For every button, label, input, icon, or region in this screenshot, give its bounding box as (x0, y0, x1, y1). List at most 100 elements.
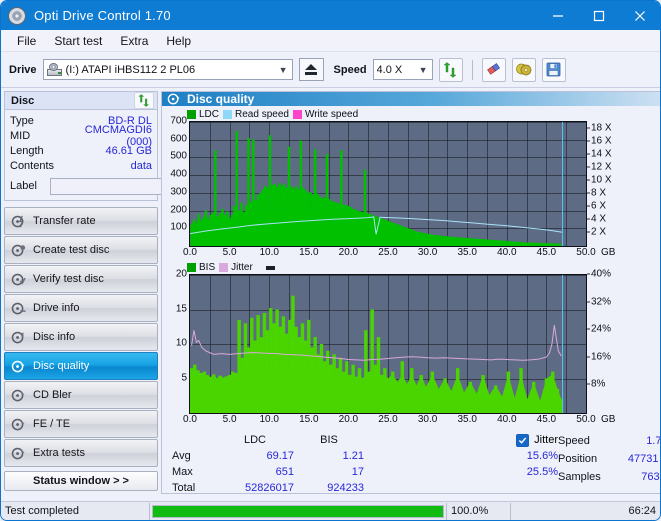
legend-item-read-speed: Read speed (223, 109, 289, 120)
menu-item-help[interactable]: Help (158, 32, 199, 50)
series-bis (190, 295, 564, 413)
x-axis-tick: 20.0 (338, 414, 359, 425)
stats-header-ldc: LDC (243, 434, 266, 446)
jitter-avg-value: 15.6% (526, 450, 558, 462)
sidebar-item-extra-tests[interactable]: Extra tests (4, 439, 158, 467)
status-message: Test completed (5, 505, 79, 517)
drive-select[interactable]: (I:) ATAPI iHBS112 2 PL06 ▼ (42, 59, 293, 80)
disc-row-contents: Contents data (10, 158, 152, 173)
legend-swatch-read-speed (223, 110, 233, 119)
disc-info-panel: Type BD-R DL MID CMCMAGDI6 (000) Length … (4, 109, 250, 201)
readout-speed-label: Speed (558, 435, 590, 447)
x-axis-tick: 50.0 (576, 414, 596, 425)
bis-plot-area[interactable] (189, 274, 587, 414)
content-area: Disc quality LDC Read speed Write speed … (161, 88, 660, 494)
extra-tests-icon (11, 447, 25, 459)
right-axis-tickmark (587, 166, 590, 168)
readout-row-speed: Speed 1.74 X (558, 432, 661, 450)
bis-chart-legend: BIS Jitter (165, 261, 660, 274)
drive-info-icon (11, 302, 26, 314)
stats-avg-ldc: 69.17 (266, 450, 294, 462)
legend-label-bis: BIS (199, 262, 216, 273)
right-axis-tick: 18 X (591, 122, 612, 134)
stats-total-bis: 924233 (327, 482, 364, 494)
menu-item-extra[interactable]: Extra (112, 32, 156, 50)
sidebar-item-fe-te[interactable]: FE / TE (4, 410, 158, 438)
ldc-y-axis: 700 600 500 400 300 200 100 (165, 116, 189, 247)
right-axis-tickmark (587, 273, 590, 275)
right-axis-tickmark (587, 127, 590, 129)
sidebar-item-transfer-rate[interactable]: Transfer rate (4, 207, 158, 235)
sidebar-item-drive-info[interactable]: Drive info (4, 294, 158, 322)
sidebar-item-label: Verify test disc (33, 273, 104, 285)
legend-item-ldc: LDC (187, 109, 219, 120)
legend-label-ldc: LDC (199, 109, 220, 120)
refresh-disc-button[interactable] (134, 92, 154, 109)
bis-jitter-chart: BIS Jitter 20 15 10 5 40% 32% 24% 16% 8% (165, 261, 660, 428)
right-axis-tick: 6 X (591, 200, 607, 212)
title-bar: Opti Drive Control 1.70 (1, 1, 660, 30)
sidebar-item-disc-info[interactable]: Disc info (4, 323, 158, 351)
save-button[interactable] (541, 57, 566, 82)
readout-position-label: Position (558, 453, 598, 465)
compare-discs-button[interactable] (511, 57, 536, 82)
app-disc-icon (8, 6, 26, 25)
menu-item-start-test[interactable]: Start test (46, 32, 110, 50)
x-axis-tick: 15.0 (299, 247, 319, 258)
legend-swatch-write-speed (292, 110, 302, 119)
sidebar-item-label: Disc quality (33, 360, 90, 372)
legend-swatch-jitter (219, 263, 229, 272)
right-axis-tick: 40% (591, 268, 612, 280)
readout-labels: Speed 1.74 X Position 47731 MB Samples 7… (558, 432, 661, 503)
chart-series-layer (190, 130, 563, 246)
legend-label-read-speed: Read speed (235, 109, 289, 120)
x-axis-tick: 10.0 (259, 414, 279, 425)
ldc-right-axis: 18 X 16 X 14 X 12 X 10 X8 X6 X4 X2 X (587, 121, 631, 247)
y-axis-tick: 15 (175, 303, 187, 314)
sidebar-item-create-test-disc[interactable]: Create test disc (4, 236, 158, 264)
jitter-checkbox[interactable] (516, 433, 530, 447)
charts-container: LDC Read speed Write speed 700 600 500 4… (162, 106, 660, 428)
readout-speed-value: 1.74 X (646, 435, 661, 447)
disc-contents-label: Contents (10, 159, 55, 172)
ldc-plot-area[interactable] (189, 121, 587, 247)
disc-contents-value: data (130, 159, 152, 172)
right-axis-tickmark (587, 140, 590, 142)
legend-item-jitter: Jitter (219, 262, 253, 273)
readout-samples-value: 763261 (641, 471, 660, 483)
sidebar-item-label: FE / TE (33, 418, 71, 430)
sidebar-item-cd-bler[interactable]: CD Bler (4, 381, 158, 409)
sidebar-item-verify-test-disc[interactable]: Verify test disc (4, 265, 158, 293)
legend-swatch-ldc (187, 110, 196, 119)
erase-button[interactable] (481, 57, 506, 82)
disc-quality-icon (167, 93, 180, 105)
save-icon (546, 62, 561, 77)
optical-drive-icon (46, 63, 62, 76)
maximize-button[interactable] (578, 1, 619, 30)
x-axis-tick: 25.0 (378, 247, 398, 258)
menu-item-file[interactable]: File (9, 32, 44, 50)
x-axis-tick: 20.0 (338, 247, 359, 258)
right-axis-tickmark (587, 383, 590, 385)
y-axis-tick: 600 (170, 133, 187, 145)
eject-button[interactable] (298, 58, 324, 81)
panel-title: Disc quality (187, 92, 255, 106)
jitter-header: Jitter (452, 432, 558, 448)
readout-samples-label: Samples (558, 471, 601, 483)
status-window-button[interactable]: Status window > > (4, 471, 158, 491)
x-axis-tick: 15.0 (299, 414, 319, 425)
right-axis-tickmark (587, 301, 590, 303)
disc-mid-label: MID (10, 129, 31, 142)
jitter-max-value: 25.5% (526, 466, 558, 478)
readout-area: Speed 1.74 X Position 47731 MB Samples 7… (558, 432, 661, 503)
refresh-drive-button[interactable] (438, 57, 463, 82)
close-button[interactable] (619, 1, 660, 30)
y-axis-tick: 20 (175, 268, 187, 280)
check-icon (518, 437, 527, 444)
speed-select[interactable]: 4.0 X ▼ (372, 59, 433, 80)
x-axis-tick: 45.0 (536, 247, 557, 258)
x-axis-tick: 50.0 (576, 247, 596, 258)
sidebar-item-disc-quality[interactable]: Disc quality (4, 352, 158, 380)
progress-bar (152, 504, 444, 518)
minimize-button[interactable] (537, 1, 578, 30)
